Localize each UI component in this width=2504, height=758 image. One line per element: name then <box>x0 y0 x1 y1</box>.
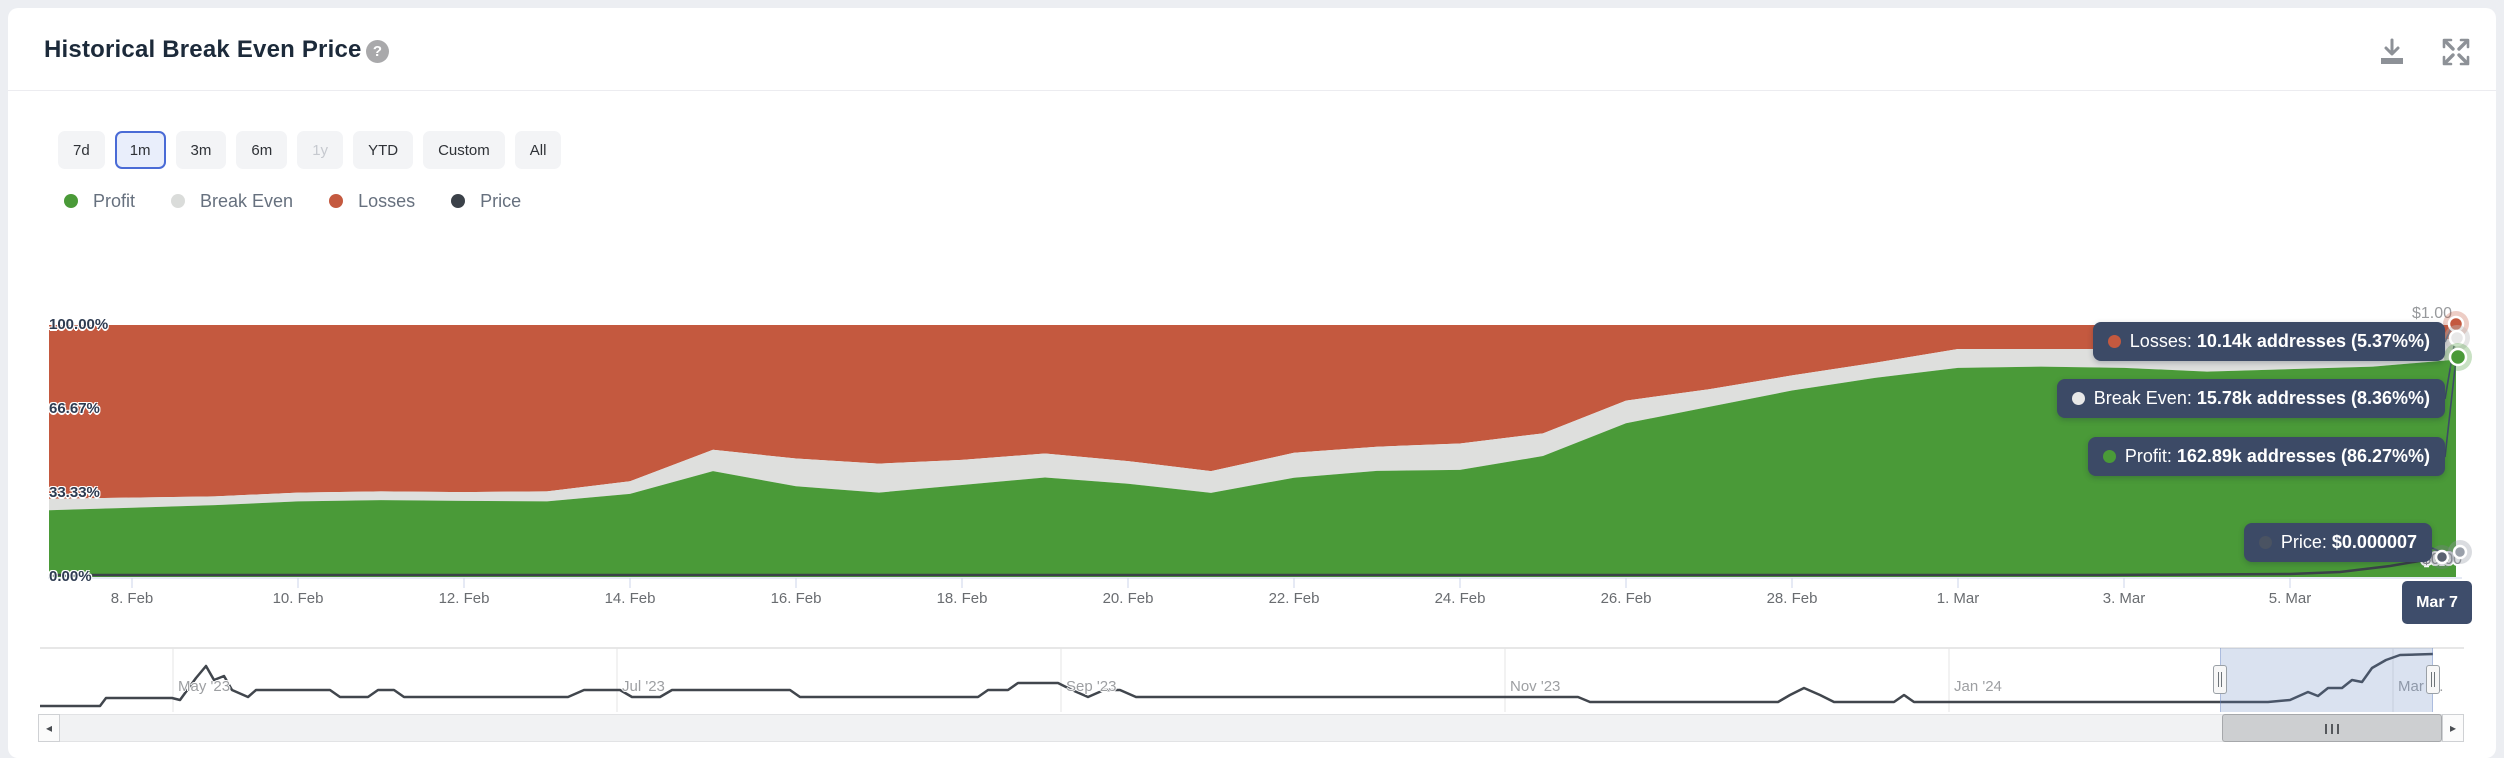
x-axis-label: 14. Feb <box>604 590 656 607</box>
breakeven-tooltip: Break Even: 15.78k addresses (8.36%%) <box>2056 379 2445 418</box>
navigator-month-label: Nov '23 <box>1510 678 1561 695</box>
navigator-month-label: May '23 <box>178 678 231 695</box>
scrollbar-track[interactable] <box>60 714 2442 742</box>
range-button-custom[interactable]: Custom <box>423 131 505 169</box>
crosshair-date-label: Mar 7 <box>2402 581 2472 624</box>
x-axis-label: 12. Feb <box>438 590 490 607</box>
y-axis-label: 0.00% <box>49 568 92 585</box>
range-button-7d[interactable]: 7d <box>58 131 105 169</box>
legend-item-break-even[interactable]: Break Even <box>171 191 293 212</box>
x-axis-label: 1. Mar <box>1936 590 1980 607</box>
range-button-1m[interactable]: 1m <box>114 131 166 169</box>
chart-legend: Profit Break Even Losses Price <box>64 186 521 216</box>
y-axis-label: 33.33% <box>49 484 100 501</box>
range-button-all[interactable]: All <box>514 131 562 169</box>
losses-tooltip: Losses: 10.14k addresses (5.37%%) <box>2092 322 2445 361</box>
scrollbar-thumb[interactable] <box>2222 714 2442 742</box>
x-axis-label: 28. Feb <box>1766 590 1818 607</box>
x-axis-label: 20. Feb <box>1102 590 1154 607</box>
tooltip-dot-icon <box>2071 392 2085 405</box>
navigator-left-handle[interactable] <box>2213 665 2227 694</box>
legend-dot-icon <box>329 194 344 208</box>
tooltip-dot-icon <box>2258 536 2272 549</box>
x-axis-label: 26. Feb <box>1600 590 1652 607</box>
range-button-ytd[interactable]: YTD <box>353 131 414 169</box>
legend-item-price[interactable]: Price <box>451 191 521 212</box>
scrollbar-left-arrow[interactable]: ◂ <box>38 714 60 742</box>
x-axis-label: 10. Feb <box>272 590 324 607</box>
y-axis-label: 100.00% <box>49 316 109 333</box>
tooltip-dot-icon <box>2107 335 2121 348</box>
navigator-month-label: Sep '23 <box>1066 678 1117 695</box>
page-title: Historical Break Even Price <box>44 36 362 63</box>
expand-icon[interactable] <box>2440 36 2472 68</box>
help-icon[interactable]: ? <box>366 40 389 63</box>
x-axis-label: 5. Mar <box>2268 590 2312 607</box>
x-axis-label: 18. Feb <box>936 590 988 607</box>
scrollbar-grip-icon <box>2325 724 2339 734</box>
x-axis-label: 3. Mar <box>2102 590 2146 607</box>
x-axis-label: 24. Feb <box>1434 590 1486 607</box>
navigator-month-label: Jan '24 <box>1954 678 2002 695</box>
navigator-month-label: Jul '23 <box>622 678 665 695</box>
legend-dot-icon <box>64 194 78 208</box>
range-button-3m[interactable]: 3m <box>175 131 227 169</box>
legend-dot-icon <box>451 194 466 208</box>
y-axis-label: 66.67% <box>49 399 100 417</box>
range-button-1y: 1y <box>297 131 344 169</box>
x-axis-label: 16. Feb <box>770 590 822 607</box>
legend-item-profit[interactable]: Profit <box>64 191 135 212</box>
historical-break-even-price-widget: Historical Break Even Price ? 7d 1m 3m 6m 1y… <box>0 0 2504 758</box>
range-selector: 7d 1m 3m 6m 1y YTD Custom All <box>58 131 562 169</box>
x-axis-label: 22. Feb <box>1268 590 1320 607</box>
legend-dot-icon <box>171 194 186 208</box>
header-divider <box>8 90 2496 91</box>
download-icon[interactable] <box>2376 36 2408 68</box>
navigator-right-handle[interactable] <box>2426 665 2440 694</box>
price-tooltip: Price: $0.000007 <box>2243 523 2432 562</box>
profit-tooltip: Profit: 162.89k addresses (86.27%%) <box>2087 437 2445 476</box>
tooltip-dot-icon <box>2102 450 2116 463</box>
navigator-selected-range[interactable] <box>2220 648 2433 712</box>
range-button-6m[interactable]: 6m <box>236 131 288 169</box>
x-axis-label: 8. Feb <box>110 590 154 607</box>
scrollbar-right-arrow[interactable]: ▸ <box>2442 714 2464 742</box>
legend-item-losses[interactable]: Losses <box>329 191 415 212</box>
